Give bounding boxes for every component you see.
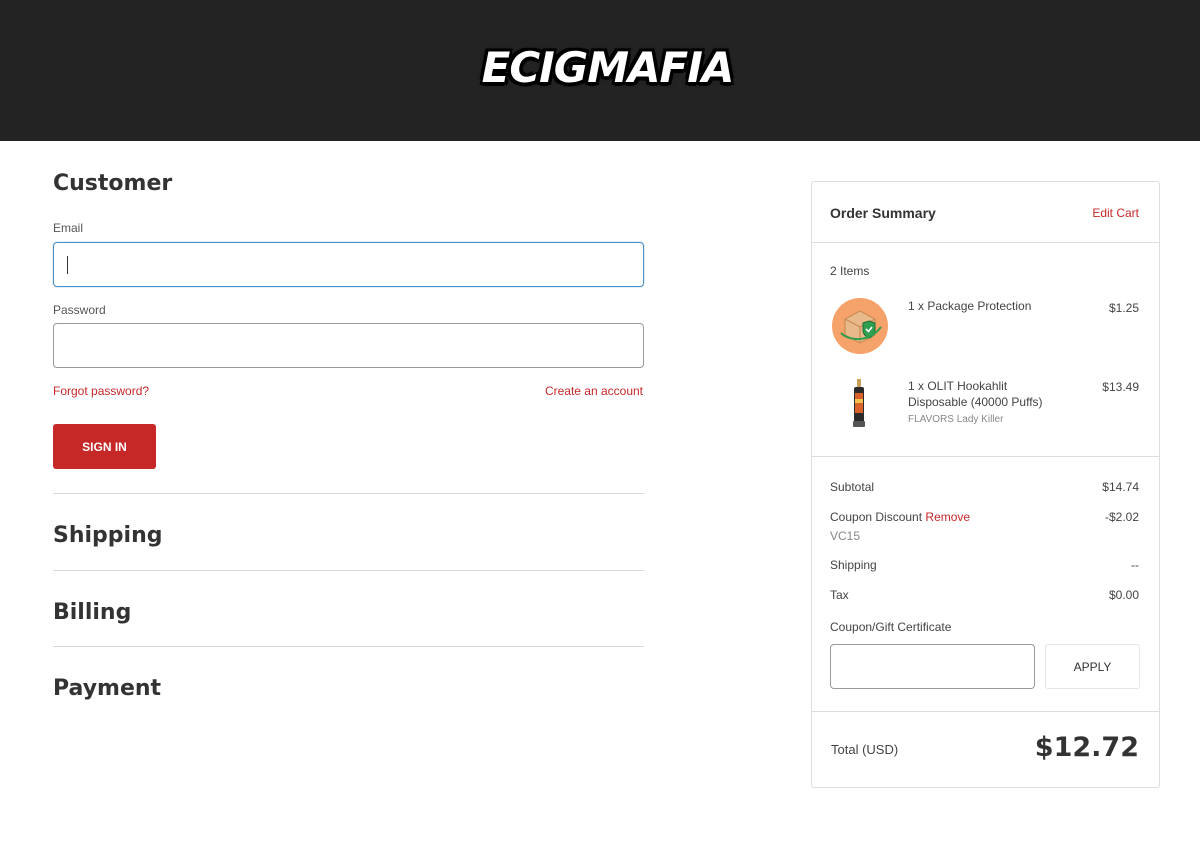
section-divider [53, 570, 644, 571]
item-name: 1 x Package Protection [908, 299, 1032, 313]
coupon-discount-row: Coupon Discount Remove [830, 510, 970, 524]
summary-divider [812, 456, 1159, 457]
section-divider [53, 646, 644, 647]
coupon-code: VC15 [830, 529, 861, 543]
item-option: FLAVORS Lady Killer [908, 414, 1004, 425]
coupon-discount-label: Coupon Discount [830, 510, 923, 524]
sign-in-button[interactable]: SIGN IN [53, 424, 156, 469]
text-caret [67, 256, 68, 274]
billing-heading: Billing [53, 600, 132, 625]
edit-cart-link[interactable]: Edit Cart [1092, 206, 1139, 220]
email-field[interactable] [53, 242, 644, 287]
logo-text: ECIGMAFIA [481, 42, 735, 92]
item-price: $13.49 [1102, 380, 1139, 394]
ecigmafia-logo[interactable]: ECIGMAFIA [475, 36, 740, 98]
create-account-link[interactable]: Create an account [545, 384, 643, 398]
apply-coupon-button[interactable]: APPLY [1045, 644, 1140, 689]
payment-heading: Payment [53, 676, 162, 701]
order-summary-panel: Order Summary Edit Cart 2 Items 1 x Pack… [811, 181, 1160, 788]
shipping-heading: Shipping [53, 523, 163, 548]
subtotal-value: $14.74 [1102, 480, 1139, 494]
password-field[interactable] [53, 323, 644, 368]
total-value: $12.72 [1034, 732, 1139, 763]
coupon-discount-value: -$2.02 [1104, 510, 1139, 524]
hookahlit-thumbnail [831, 375, 889, 433]
package-protection-thumbnail [831, 297, 889, 355]
item-price: $1.25 [1108, 301, 1139, 315]
email-label: Email [53, 221, 84, 235]
remove-coupon-link[interactable]: Remove [925, 510, 970, 524]
coupon-code-input[interactable] [830, 644, 1035, 689]
summary-divider [812, 711, 1159, 712]
tax-value: $0.00 [1108, 588, 1139, 602]
item-name: 1 x OLIT Hookahlit Disposable (40000 Puf… [908, 379, 1043, 409]
site-header: ECIGMAFIA [0, 0, 1200, 141]
items-count: 2 Items [830, 264, 870, 278]
summary-divider [812, 242, 1159, 243]
tax-label: Tax [830, 588, 849, 602]
customer-heading: Customer [53, 171, 173, 196]
package-protection-icon [832, 298, 888, 354]
password-label: Password [53, 303, 106, 317]
subtotal-label: Subtotal [830, 480, 875, 494]
forgot-password-link[interactable]: Forgot password? [53, 384, 149, 398]
gift-certificate-label: Coupon/Gift Certificate [830, 620, 952, 634]
order-summary-title: Order Summary [830, 205, 936, 221]
section-divider [53, 493, 644, 494]
total-label: Total (USD) [831, 742, 899, 757]
shipping-label: Shipping [830, 558, 877, 572]
shipping-value: -- [1131, 558, 1139, 572]
disposable-vape-icon [853, 379, 865, 427]
